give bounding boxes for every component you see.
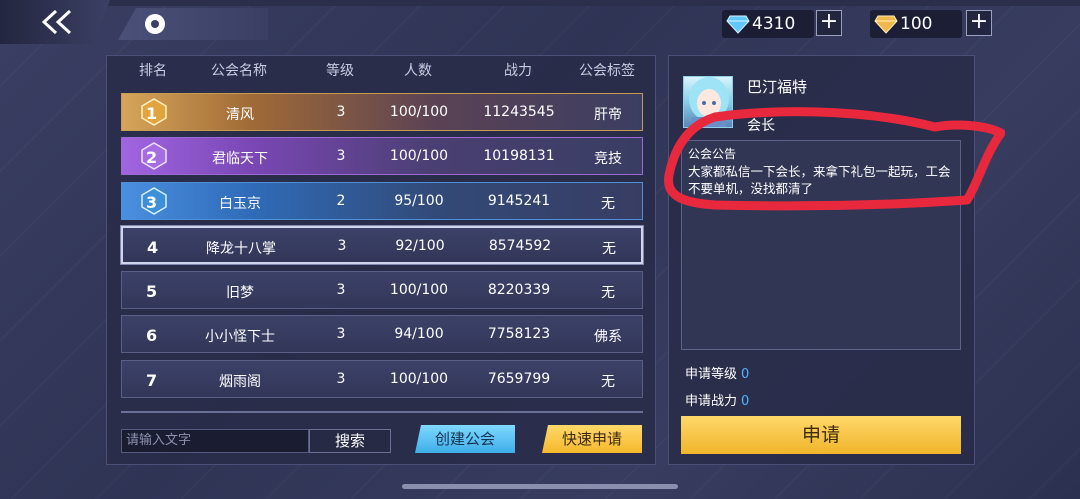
search-input[interactable]: 请输入文字 bbox=[121, 429, 309, 453]
leader-avatar bbox=[683, 76, 733, 128]
guild-level: 2 bbox=[336, 193, 346, 209]
guild-name: 烟雨阁 bbox=[219, 374, 261, 390]
guild-members: 100/100 bbox=[389, 371, 449, 387]
required-level: 申请等级 0 bbox=[685, 363, 749, 382]
header-members: 人数 bbox=[404, 63, 432, 79]
notice-text: 大家都私信一下会长，来拿下礼包一起玩，工会不要单机，没找都清了 bbox=[688, 164, 951, 196]
table-row[interactable]: 2 君临天下 3 100/100 10198131 竞技 bbox=[121, 137, 643, 175]
leader-role: 会长 bbox=[747, 118, 775, 134]
back-button[interactable] bbox=[0, 0, 110, 44]
guild-level: 3 bbox=[336, 148, 346, 164]
guild-power: 11243545 bbox=[483, 104, 555, 120]
guild-members: 94/100 bbox=[394, 326, 444, 342]
diamond-amount: 4310 bbox=[752, 14, 796, 34]
quick-apply-button[interactable]: 快速申请 bbox=[542, 425, 642, 453]
top-tab[interactable] bbox=[118, 8, 268, 40]
table-header: 排名 公会名称 等级 人数 战力 公会标签 bbox=[107, 56, 657, 82]
guild-tag: 竞技 bbox=[594, 151, 622, 167]
rank-number: 2 bbox=[146, 148, 158, 167]
guild-power: 7758123 bbox=[487, 326, 551, 342]
guild-members: 100/100 bbox=[389, 104, 449, 120]
table-row[interactable]: 1 清风 3 100/100 11243545 肝帝 bbox=[121, 93, 643, 131]
guild-tag: 肝帝 bbox=[594, 107, 622, 123]
required-power: 申请战力 0 bbox=[685, 390, 749, 409]
guild-name: 君临天下 bbox=[212, 151, 268, 167]
guild-members: 100/100 bbox=[389, 148, 449, 164]
diamond-currency: 4310 bbox=[722, 10, 814, 38]
guild-notice-box: 公会公告 大家都私信一下会长，来拿下礼包一起玩，工会不要单机，没找都清了 bbox=[681, 140, 961, 350]
guild-name: 清风 bbox=[226, 107, 254, 123]
search-button[interactable]: 搜索 bbox=[309, 429, 391, 453]
guild-members: 92/100 bbox=[395, 238, 445, 254]
required-level-value: 0 bbox=[741, 367, 750, 382]
rank-number: 4 bbox=[147, 238, 159, 257]
guild-name: 白玉京 bbox=[219, 196, 261, 212]
list-scrollbar[interactable] bbox=[121, 411, 643, 413]
guild-level: 3 bbox=[336, 326, 346, 342]
header-power: 战力 bbox=[504, 63, 532, 79]
guild-level: 3 bbox=[336, 282, 346, 298]
guild-list-panel: 排名 公会名称 等级 人数 战力 公会标签 1 清风 3 100/100 112… bbox=[106, 55, 656, 465]
rank-number: 7 bbox=[146, 371, 158, 390]
gold-amount: 100 bbox=[900, 14, 933, 34]
table-row[interactable]: 3 白玉京 2 95/100 9145241 无 bbox=[121, 182, 643, 220]
guild-name: 旧梦 bbox=[226, 285, 254, 301]
required-power-value: 0 bbox=[741, 394, 750, 409]
guild-level: 3 bbox=[336, 371, 346, 387]
required-level-label: 申请等级 bbox=[685, 367, 738, 382]
guild-power: 8574592 bbox=[488, 238, 552, 254]
guild-power: 8220339 bbox=[487, 282, 551, 298]
table-row[interactable]: 7 烟雨阁 3 100/100 7659799 无 bbox=[121, 360, 643, 398]
guild-tag: 无 bbox=[601, 196, 615, 212]
guild-members: 95/100 bbox=[394, 193, 444, 209]
notice-title: 公会公告 bbox=[688, 147, 737, 161]
gold-gem-icon bbox=[874, 15, 898, 34]
guild-power: 7659799 bbox=[487, 371, 551, 387]
diamond-icon bbox=[726, 15, 750, 34]
apply-button[interactable]: 申请 bbox=[681, 416, 961, 454]
required-power-label: 申请战力 bbox=[685, 394, 738, 409]
table-row-selected[interactable]: 4 降龙十八掌 3 92/100 8574592 无 bbox=[121, 226, 643, 264]
guild-level: 3 bbox=[337, 238, 347, 254]
table-row[interactable]: 5 旧梦 3 100/100 8220339 无 bbox=[121, 271, 643, 309]
rank-number: 3 bbox=[146, 193, 158, 212]
guild-name: 降龙十八掌 bbox=[206, 241, 276, 257]
guild-level: 3 bbox=[336, 104, 346, 120]
create-guild-button[interactable]: 创建公会 bbox=[415, 425, 515, 453]
header-name: 公会名称 bbox=[211, 63, 267, 79]
guild-tag: 无 bbox=[601, 285, 615, 301]
rank-number: 1 bbox=[146, 104, 158, 123]
top-bar: 4310 + 100 + bbox=[0, 0, 1080, 46]
header-level: 等级 bbox=[326, 63, 354, 79]
guild-tag: 无 bbox=[602, 241, 616, 257]
leader-name: 巴汀福特 bbox=[747, 78, 808, 96]
record-icon[interactable] bbox=[145, 14, 165, 34]
header-tag: 公会标签 bbox=[579, 63, 635, 79]
double-chevron-left-icon bbox=[41, 9, 72, 35]
character-portrait-icon bbox=[689, 77, 729, 127]
rank-number: 6 bbox=[146, 326, 158, 345]
header-rank: 排名 bbox=[139, 63, 167, 79]
add-diamond-button[interactable]: + bbox=[816, 10, 842, 36]
guild-power: 9145241 bbox=[487, 193, 551, 209]
guild-detail-panel: 巴汀福特 会长 公会公告 大家都私信一下会长，来拿下礼包一起玩，工会不要单机，没… bbox=[668, 55, 975, 465]
add-gold-button[interactable]: + bbox=[966, 10, 992, 36]
home-indicator[interactable] bbox=[402, 484, 678, 489]
guild-tag: 佛系 bbox=[594, 329, 622, 345]
top-stripe bbox=[0, 0, 1080, 6]
guild-members: 100/100 bbox=[389, 282, 449, 298]
rank-number: 5 bbox=[146, 282, 158, 301]
gold-currency: 100 bbox=[870, 10, 962, 38]
guild-tag: 无 bbox=[601, 374, 615, 390]
guild-power: 10198131 bbox=[483, 148, 555, 164]
guild-name: 小小怪下士 bbox=[205, 329, 275, 345]
table-row[interactable]: 6 小小怪下士 3 94/100 7758123 佛系 bbox=[121, 315, 643, 353]
